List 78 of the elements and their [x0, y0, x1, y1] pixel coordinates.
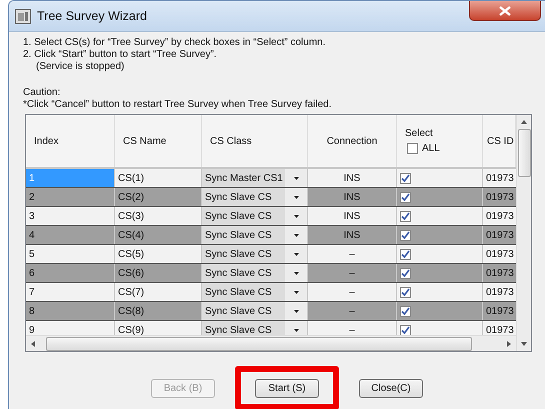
table-cell[interactable]: 6 — [26, 264, 115, 282]
horizontal-scrollbar[interactable] — [26, 335, 516, 351]
dropdown-arrow-icon — [294, 176, 298, 180]
class-dropdown[interactable]: Sync Slave CS — [202, 283, 308, 301]
table-cell: – — [308, 302, 397, 320]
scroll-left-arrow-icon[interactable] — [31, 340, 35, 346]
table-cell: INS — [308, 169, 397, 187]
scrollbar-thumb[interactable] — [46, 336, 472, 350]
checkbox[interactable] — [400, 268, 411, 278]
checkbox[interactable] — [400, 210, 411, 222]
checkbox[interactable] — [400, 286, 411, 298]
table-cell-text: 01973 — [485, 190, 515, 204]
column-header: CS Class — [202, 115, 308, 167]
column-header: Index — [26, 115, 115, 167]
instruction-text: 2. Click “Start” button to start “Tree Survey”. — [23, 49, 218, 61]
checkbox[interactable] — [407, 143, 418, 154]
class-dropdown[interactable]: Sync Slave CS — [202, 226, 308, 244]
dropdown-arrow-icon — [294, 290, 298, 294]
dropdown-arrow-icon — [294, 272, 298, 274]
table-cell-text: 01973 — [485, 266, 515, 280]
table-cell-text: 01973 — [485, 286, 515, 300]
window-title: Tree Survey Wizard — [37, 9, 147, 23]
class-dropdown[interactable]: Sync Slave CS — [202, 302, 308, 320]
close-icon — [499, 6, 511, 16]
table-cell-text: 01973 — [485, 324, 515, 335]
app-icon — [15, 8, 31, 24]
table-cell: – — [308, 264, 397, 282]
dialog-button: Back (B) — [151, 378, 215, 398]
dropdown-arrow-icon — [294, 214, 298, 218]
vertical-scrollbar[interactable] — [516, 115, 531, 351]
dropdown-arrow-icon — [294, 252, 298, 256]
table-cell[interactable]: 7 — [26, 283, 115, 301]
table-cell[interactable]: 2 — [26, 188, 115, 206]
table-cell: INS — [308, 226, 397, 244]
class-dropdown[interactable]: Sync Slave CS — [202, 245, 308, 263]
dialog-button[interactable]: Start (S) — [255, 379, 319, 398]
table-cell[interactable]: 5 — [26, 245, 115, 263]
class-dropdown[interactable]: Sync Slave CS — [202, 321, 308, 335]
table-cell[interactable]: 8 — [26, 302, 115, 320]
checkbox[interactable] — [400, 248, 411, 260]
table-cell: INS — [308, 188, 397, 206]
dialog-button[interactable]: Close(C) — [359, 378, 423, 398]
table-cell: INS — [308, 207, 397, 225]
class-dropdown[interactable]: Sync Slave CS — [202, 188, 308, 206]
table-cell[interactable]: 4 — [26, 226, 115, 244]
table-cell[interactable]: 3 — [26, 207, 115, 225]
instruction-text: (Service is stopped) — [35, 61, 126, 73]
scroll-up-arrow-icon[interactable] — [521, 120, 527, 124]
dropdown-arrow-icon — [294, 310, 298, 312]
scroll-down-arrow-icon[interactable] — [521, 342, 527, 346]
table-cell: – — [308, 245, 397, 263]
table-cell-text: 01973 — [485, 304, 515, 318]
dropdown-arrow-icon — [294, 328, 298, 332]
table-cell-text: 01973 — [485, 210, 515, 224]
column-header: CS Name — [115, 115, 202, 167]
close-button[interactable] — [469, 1, 541, 21]
dropdown-arrow-icon — [294, 234, 298, 236]
scrollbar-thumb[interactable] — [518, 129, 530, 177]
checkbox[interactable] — [400, 192, 411, 202]
checkbox[interactable] — [400, 230, 411, 240]
table-cell-text: 01973 — [485, 228, 515, 242]
checkbox-label: ALL — [422, 143, 440, 154]
table-cell-text: 01973 — [485, 172, 515, 186]
checkbox[interactable] — [400, 324, 411, 335]
checkbox[interactable] — [400, 172, 411, 184]
class-dropdown[interactable]: Sync Master CS1 — [202, 169, 308, 187]
table-cell: – — [308, 283, 397, 301]
scroll-right-arrow-icon[interactable] — [507, 340, 511, 346]
class-dropdown[interactable]: Sync Slave CS — [202, 207, 308, 225]
column-header: Connection — [308, 115, 397, 167]
checkbox[interactable] — [400, 306, 411, 316]
column-header-label: Select — [405, 128, 433, 139]
caution-text: *Click “Cancel” button to restart Tree Survey when Tree Survey failed. — [23, 99, 332, 111]
table-cell-text: 01973 — [485, 248, 515, 262]
dropdown-arrow-icon — [294, 196, 298, 198]
class-dropdown[interactable]: Sync Slave CS — [202, 264, 308, 282]
caution-heading: Caution: — [23, 87, 62, 99]
instruction-text: 1. Select CS(s) for “Tree Survey” by check boxes in “Select” column. — [23, 37, 327, 49]
